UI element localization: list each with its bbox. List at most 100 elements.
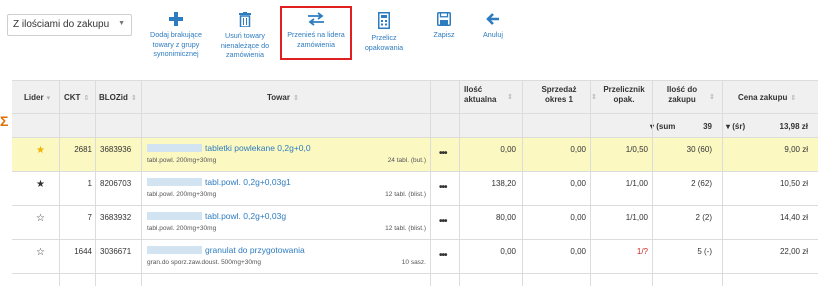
sort-icon: ⇕: [83, 95, 90, 102]
product-pack: 24 tabl. (but.): [387, 157, 426, 164]
trash-icon: [239, 12, 251, 27]
leader-star-icon[interactable]: ☆: [36, 213, 45, 224]
column-przelicznik[interactable]: Przelicznik opak.: [598, 85, 650, 105]
column-ilosc-aktualna[interactable]: Ilość aktualna: [464, 85, 504, 105]
leader-star-icon[interactable]: ★: [36, 179, 45, 190]
product-form: tabl.powl. 200mg+30mg: [147, 191, 217, 198]
summary-row: ▾ (sum 39 ▾ (śr) 13,98 zł: [12, 114, 818, 138]
filter-select-value: Z ilościami do zakupu: [13, 19, 110, 30]
product-name[interactable]: tabl.powl. 0,2g+0,03g1: [147, 177, 291, 187]
swap-arrows-icon: [308, 12, 324, 26]
buy-qty-cell[interactable]: 2 (2): [662, 213, 712, 222]
conv-cell: 1/0,50: [625, 145, 648, 154]
qty-cell: 80,00: [495, 213, 516, 222]
price-cell: 22,00 zł: [779, 247, 808, 256]
column-divider: [141, 80, 142, 286]
sort-icon[interactable]: ⇕: [507, 93, 513, 101]
filter-select[interactable]: Z ilościami do zakupu ▼: [7, 14, 132, 36]
price-cell: 14,40 zł: [779, 213, 808, 222]
column-sprzedaz[interactable]: Sprzedaż okres 1: [536, 85, 582, 105]
table-row[interactable]: ★ 2681 3683936 tabletki powlekane 0,2g+0…: [12, 138, 818, 172]
plus-icon: [169, 12, 183, 26]
sales-cell: 0,00: [570, 179, 586, 188]
column-blozid[interactable]: BLOZid ⇕: [99, 93, 137, 102]
buy-qty-cell[interactable]: 2 (62): [662, 179, 712, 188]
summary-qty-value: 39: [703, 122, 712, 131]
column-cena-zakupu[interactable]: Cena zakupu ⇕: [738, 93, 796, 102]
more-options-button[interactable]: •••: [439, 216, 447, 227]
summary-price-mode[interactable]: ▾ (śr): [726, 122, 745, 131]
blurred-text: [147, 212, 202, 220]
sigma-icon: Σ: [0, 113, 9, 129]
product-name[interactable]: granulat do przygotowania: [147, 245, 305, 255]
product-pack: 10 sasz.: [401, 259, 426, 266]
more-options-button[interactable]: •••: [439, 250, 447, 261]
buy-qty-cell[interactable]: 30 (60): [662, 145, 712, 154]
sort-icon: ⇕: [790, 95, 797, 102]
blurred-text: [147, 178, 202, 186]
column-divider: [722, 80, 723, 286]
table-row[interactable]: ☆ 7 3683932 tabl.powl. 0,2g+0,03g tabl.p…: [12, 206, 818, 240]
ckt-cell: 2681: [74, 145, 92, 154]
product-pack: 12 tabl. (blist.): [385, 225, 426, 232]
conv-cell: 1/1,00: [625, 179, 648, 188]
arrow-left-icon: [486, 13, 499, 25]
floppy-disk-icon: [437, 12, 451, 26]
table-header: Lider ▾ CKT ⇕ BLOZid ⇕ Towar ⇕ Ilość aktualn…: [12, 80, 818, 114]
column-ckt[interactable]: CKT ⇕: [64, 93, 89, 102]
leader-star-icon[interactable]: ★: [36, 145, 45, 156]
conv-cell: 1/1,00: [625, 213, 648, 222]
add-missing-button[interactable]: Dodaj brakujące towary z grupy synonimic…: [142, 12, 210, 59]
column-ilosc-zakup[interactable]: Ilość do zakupu: [662, 85, 702, 105]
bloz-cell: 3683936: [100, 145, 132, 154]
bloz-cell: 3036671: [100, 247, 132, 256]
remove-items-button[interactable]: Usuń towary nienależące do zamówienia: [216, 12, 274, 60]
blurred-text: [147, 144, 202, 152]
table-row[interactable]: ★ 1 8206703 tabl.powl. 0,2g+0,03g1 tabl.…: [12, 172, 818, 206]
bloz-cell: 3683932: [100, 213, 132, 222]
leader-star-icon[interactable]: ☆: [36, 247, 45, 258]
column-towar[interactable]: Towar ⇕: [267, 93, 299, 102]
recalc-packs-label: Przelicz opakowania: [364, 33, 404, 52]
sort-icon: ⇕: [130, 95, 137, 102]
ckt-cell: 1: [87, 179, 92, 188]
save-button[interactable]: Zapisz: [424, 12, 464, 40]
recalc-packs-button[interactable]: Przelicz opakowania: [360, 12, 408, 52]
qty-cell: 138,20: [491, 179, 516, 188]
sales-cell: 0,00: [570, 247, 586, 256]
sort-icon[interactable]: ⇕: [591, 93, 597, 101]
sales-cell: 0,00: [570, 213, 586, 222]
more-options-button[interactable]: •••: [439, 148, 447, 159]
summary-qty-mode[interactable]: ▾ (sum: [650, 122, 675, 131]
remove-items-label: Usuń towary nienależące do zamówienia: [220, 31, 270, 59]
qty-cell: 0,00: [500, 247, 516, 256]
column-divider: [430, 80, 431, 286]
add-missing-label: Dodaj brakujące towary z grupy synonimic…: [150, 30, 202, 58]
table-row[interactable]: ☆ 1644 3036671 granulat do przygotowania…: [12, 240, 818, 274]
column-divider: [652, 80, 653, 286]
bloz-cell: 8206703: [100, 179, 132, 188]
sort-icon: ▾: [46, 95, 51, 102]
ckt-cell: 1644: [74, 247, 92, 256]
cancel-button[interactable]: Anuluj: [474, 12, 512, 40]
product-name[interactable]: tabl.powl. 0,2g+0,03g: [147, 211, 286, 221]
product-pack: 12 tabl. (blist.): [385, 191, 426, 198]
sort-icon: ⇕: [292, 95, 299, 102]
product-form: gran.do sporz.zaw.doust. 500mg+30mg: [147, 259, 262, 266]
ckt-cell: 7: [87, 213, 92, 222]
sales-cell: 0,00: [570, 145, 586, 154]
column-lider[interactable]: Lider ▾: [24, 93, 50, 102]
blurred-text: [147, 246, 202, 254]
sort-icon[interactable]: ⇕: [709, 93, 715, 101]
price-cell: 10,50 zł: [779, 179, 808, 188]
column-divider: [522, 80, 523, 286]
price-cell: 9,00 zł: [784, 145, 808, 154]
move-to-leader-label: Przenieś na lidera zamówienia: [287, 30, 345, 49]
buy-qty-cell[interactable]: 5 (-): [662, 247, 712, 256]
save-label: Zapisz: [433, 30, 455, 39]
move-to-leader-button[interactable]: Przenieś na lidera zamówienia: [283, 12, 349, 49]
column-divider: [59, 80, 60, 286]
calculator-icon: [378, 12, 390, 29]
product-name[interactable]: tabletki powlekane 0,2g+0,0: [147, 143, 311, 153]
more-options-button[interactable]: •••: [439, 182, 447, 193]
